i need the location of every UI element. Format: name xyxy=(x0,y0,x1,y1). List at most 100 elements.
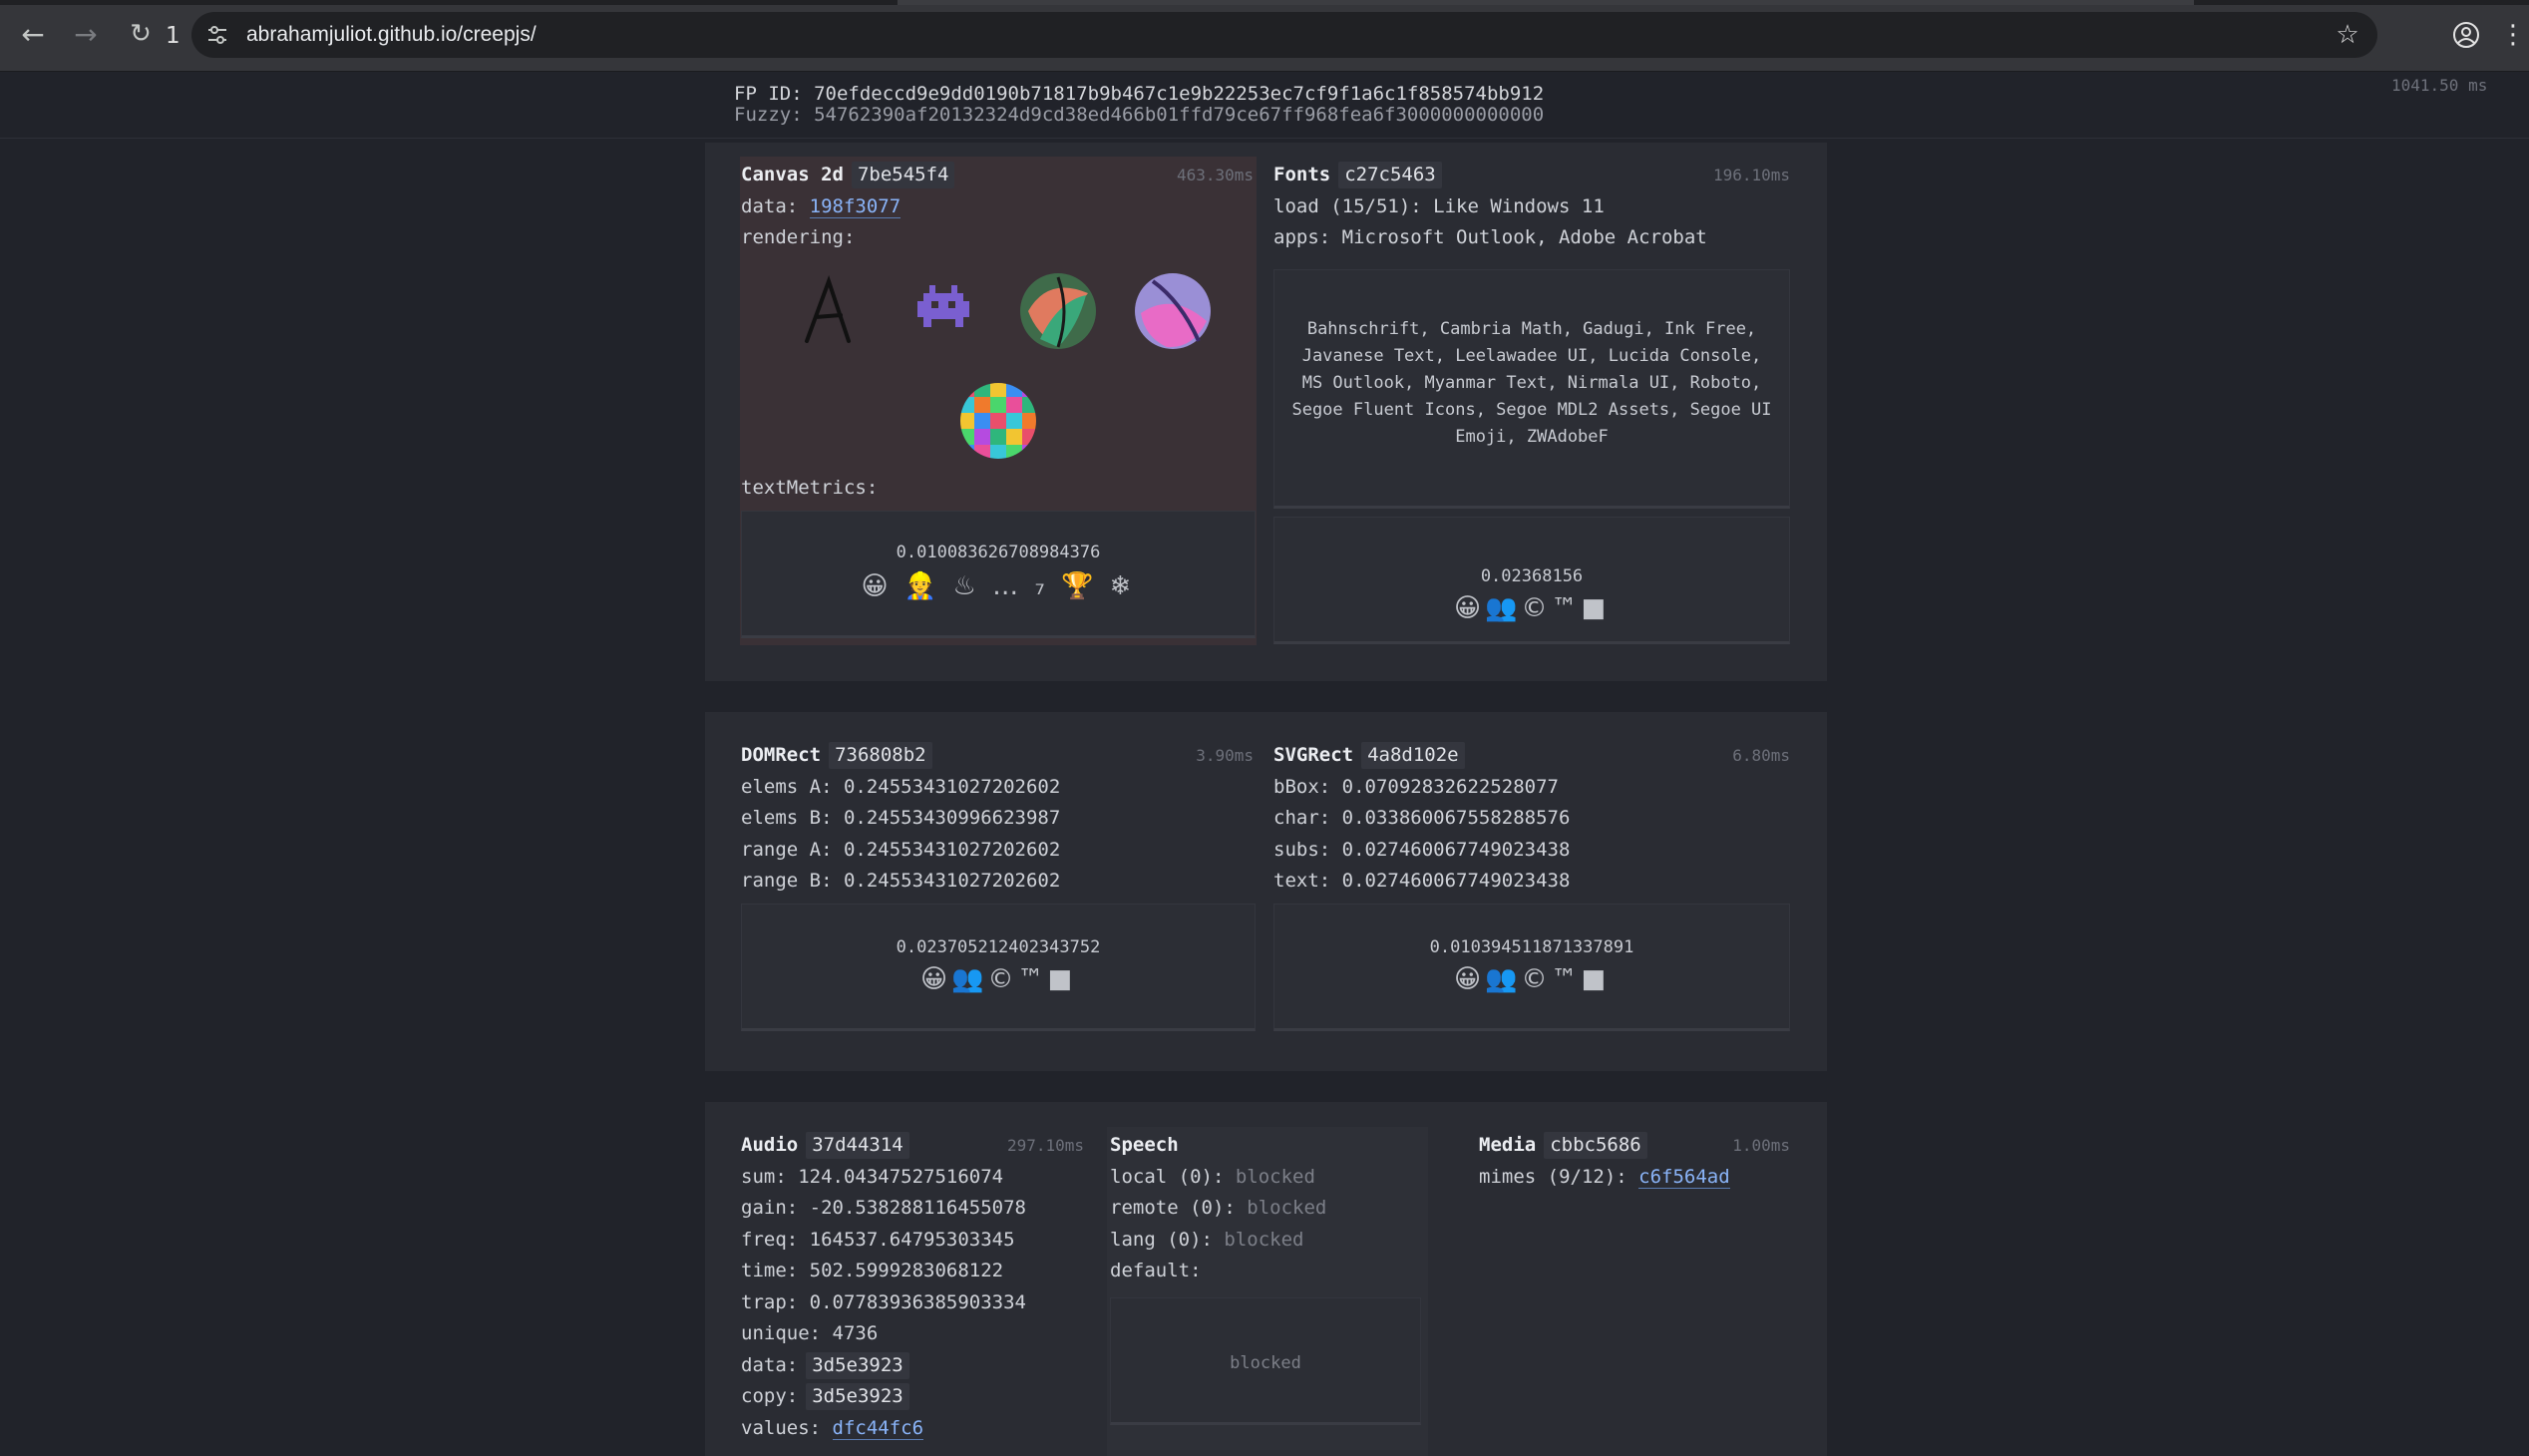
forward-button[interactable]: → xyxy=(66,14,106,54)
domrect-range-a-value: 0.24553431027202602 xyxy=(843,838,1061,861)
svgrect-bbox-value: 0.07092832622528077 xyxy=(1341,775,1559,798)
arrow-right-icon: → xyxy=(74,17,98,51)
svgrect-subs-value: 0.027460067749023438 xyxy=(1341,838,1571,861)
pixel-mosaic-render xyxy=(960,383,1036,459)
tune-icon xyxy=(208,26,226,44)
url-text[interactable]: abrahamjuliot.github.io/creepjs/ xyxy=(246,12,537,58)
domrect-title: DOMRect xyxy=(741,744,822,766)
fonts-apps-value: Microsoft Outlook, Adobe Acrobat xyxy=(1341,226,1707,248)
fuzzy-label: Fuzzy: xyxy=(734,104,803,126)
fonts-card: Fonts c27c5463 196.10ms load (15/51): Lik… xyxy=(1273,160,1790,648)
audio-copy-hash: 3d5e3923 xyxy=(806,1383,909,1410)
svgrect-time: 6.80ms xyxy=(1732,746,1790,765)
svgrect-char-value: 0.033860067558288576 xyxy=(1341,807,1571,829)
canvas-textmetrics-label: textMetrics: xyxy=(741,477,879,499)
fuzzy-value: 54762390af20132324d9cd38ed466b01ffd79ce6… xyxy=(814,104,1545,126)
canvas-metric-emojis: 😀 👷 ♨ … ₇ 🏆 ❄ xyxy=(861,571,1136,601)
audio-sum-value: 124.04347527516074 xyxy=(798,1165,1004,1188)
browser-toolbar: ← → ↻ 1 abrahamjuliot.github.io/creepjs/… xyxy=(0,0,2529,72)
kebab-menu-icon: ⋮ xyxy=(2500,20,2526,50)
audio-trap-value: 0.07783936385903334 xyxy=(809,1290,1026,1313)
audio-values-label: values: xyxy=(741,1416,822,1439)
domrect-elems-a-value: 0.24553431027202602 xyxy=(843,775,1061,798)
fp-id-label: FP ID: xyxy=(734,83,803,105)
audio-trap-label: trap: xyxy=(741,1290,799,1313)
reload-icon: ↻ xyxy=(130,19,152,49)
bookmark-button[interactable]: ☆ xyxy=(2328,15,2367,55)
fonts-title: Fonts xyxy=(1273,164,1331,185)
speech-default-status: blocked xyxy=(1230,1353,1301,1373)
account-icon xyxy=(2453,22,2479,48)
fonts-metrics-panel: 0.02368156 😀👥©™■ xyxy=(1273,517,1790,644)
fonts-metric-value: 0.02368156 xyxy=(1480,566,1584,586)
fonts-time: 196.10ms xyxy=(1712,166,1790,184)
svgrect-text-label: text: xyxy=(1273,870,1331,892)
audio-freq-value: 164537.64795303345 xyxy=(809,1228,1015,1251)
domrect-metrics-panel: 0.023705212402343752 😀👥©™■ xyxy=(741,904,1256,1031)
canvas-card: Canvas 2d 7be545f4 463.30ms data: 198f307… xyxy=(741,160,1256,648)
speech-local-status: blocked xyxy=(1235,1165,1315,1188)
domrect-time: 3.90ms xyxy=(1196,746,1254,765)
domrect-elems-b-value: 0.24553430996623987 xyxy=(843,807,1061,829)
audio-unique-label: unique: xyxy=(741,1322,822,1344)
fonts-apps-label: apps: xyxy=(1273,226,1331,248)
reload-button[interactable]: ↻ xyxy=(121,14,161,54)
tab-count[interactable]: 1 xyxy=(166,18,189,54)
svgrect-char-label: char: xyxy=(1273,807,1331,829)
canvas-data-link[interactable]: 198f3077 xyxy=(809,194,902,218)
site-info-button[interactable] xyxy=(199,17,235,53)
letter-a-render xyxy=(805,274,851,343)
svgrect-hash: 4a8d102e xyxy=(1361,742,1465,769)
domrect-card: DOMRect 736808b2 3.90ms elems A: 0.245534… xyxy=(741,740,1256,1059)
canvas-metric-value: 0.010083626708984376 xyxy=(896,543,1101,562)
svgrect-metric-value: 0.010394511871337891 xyxy=(1429,937,1634,957)
audio-unique-value: 4736 xyxy=(832,1322,879,1344)
media-title: Media xyxy=(1479,1134,1537,1156)
fingerprint-ids: FP ID: 70efdeccd9e9dd0190b71817b9b467c1e… xyxy=(734,84,1544,126)
domrect-range-b-label: range B: xyxy=(741,870,833,892)
svgrect-metrics-panel: 0.010394511871337891 😀👥©™■ xyxy=(1273,904,1790,1031)
speech-remote-status: blocked xyxy=(1247,1197,1327,1219)
profile-button[interactable] xyxy=(2445,14,2487,56)
speech-title: Speech xyxy=(1110,1134,1179,1156)
media-hash: cbbc5686 xyxy=(1544,1132,1647,1159)
media-mimes-link[interactable]: c6f564ad xyxy=(1638,1165,1730,1189)
audio-time-value: 502.5999283068122 xyxy=(809,1260,1004,1281)
audio-freq-label: freq: xyxy=(741,1228,799,1251)
total-time: 1041.50 ms xyxy=(2391,76,2488,95)
audio-values-link[interactable]: dfc44fc6 xyxy=(832,1416,924,1440)
speech-default-label: default: xyxy=(1110,1260,1202,1281)
canvas-time: 463.30ms xyxy=(1176,166,1254,184)
svgrect-subs-label: subs: xyxy=(1273,838,1331,861)
audio-gain-label: gain: xyxy=(741,1197,799,1219)
svgrect-card: SVGRect 4a8d102e 6.80ms bBox: 0.070928326… xyxy=(1273,740,1790,1059)
audio-title: Audio xyxy=(741,1134,799,1156)
back-button[interactable]: ← xyxy=(13,14,53,54)
domrect-hash: 736808b2 xyxy=(829,742,932,769)
domrect-range-b-value: 0.24553431027202602 xyxy=(843,870,1061,892)
audio-card: Audio 37d44314 297.10ms sum: 124.04347527… xyxy=(741,1130,1084,1456)
font-list: Bahnschrift, Cambria Math, Gadugi, Ink F… xyxy=(1291,319,1772,447)
fonts-load-label: load (15/51): xyxy=(1273,194,1422,217)
canvas-rendering-label: rendering: xyxy=(741,226,856,248)
svgrect-title: SVGRect xyxy=(1273,744,1354,766)
domrect-metric-emojis: 😀👥©™■ xyxy=(919,964,1077,994)
menu-button[interactable]: ⋮ xyxy=(2500,14,2526,56)
audio-time: 297.10ms xyxy=(1006,1136,1084,1155)
star-icon: ☆ xyxy=(2336,20,2359,50)
space-invader-icon xyxy=(917,285,969,327)
fp-id-value: 70efdeccd9e9dd0190b71817b9b467c1e9b22253… xyxy=(814,83,1545,105)
speech-remote-label: remote (0): xyxy=(1110,1197,1236,1219)
audio-time-label: time: xyxy=(741,1260,799,1281)
audio-data-hash: 3d5e3923 xyxy=(806,1351,909,1379)
speech-lang-label: lang (0): xyxy=(1110,1228,1213,1251)
svgrect-metric-emojis: 😀👥©™■ xyxy=(1453,964,1611,994)
rect-section: DOMRect 736808b2 3.90ms elems A: 0.245534… xyxy=(705,712,1827,1071)
address-bar[interactable]: abrahamjuliot.github.io/creepjs/ ☆ xyxy=(191,12,2377,58)
media-card: Media cbbc5686 1.00ms mimes (9/12): c6f56… xyxy=(1479,1130,1790,1329)
fonts-hash: c27c5463 xyxy=(1338,162,1442,188)
svgrect-bbox-label: bBox: xyxy=(1273,775,1331,798)
canvas-metrics-panel: 0.010083626708984376 😀 👷 ♨ … ₇ 🏆 ❄ xyxy=(741,511,1256,638)
arrow-left-icon: ← xyxy=(21,17,45,51)
speech-card: Speech local (0): blocked remote (0): bl… xyxy=(1110,1130,1425,1456)
